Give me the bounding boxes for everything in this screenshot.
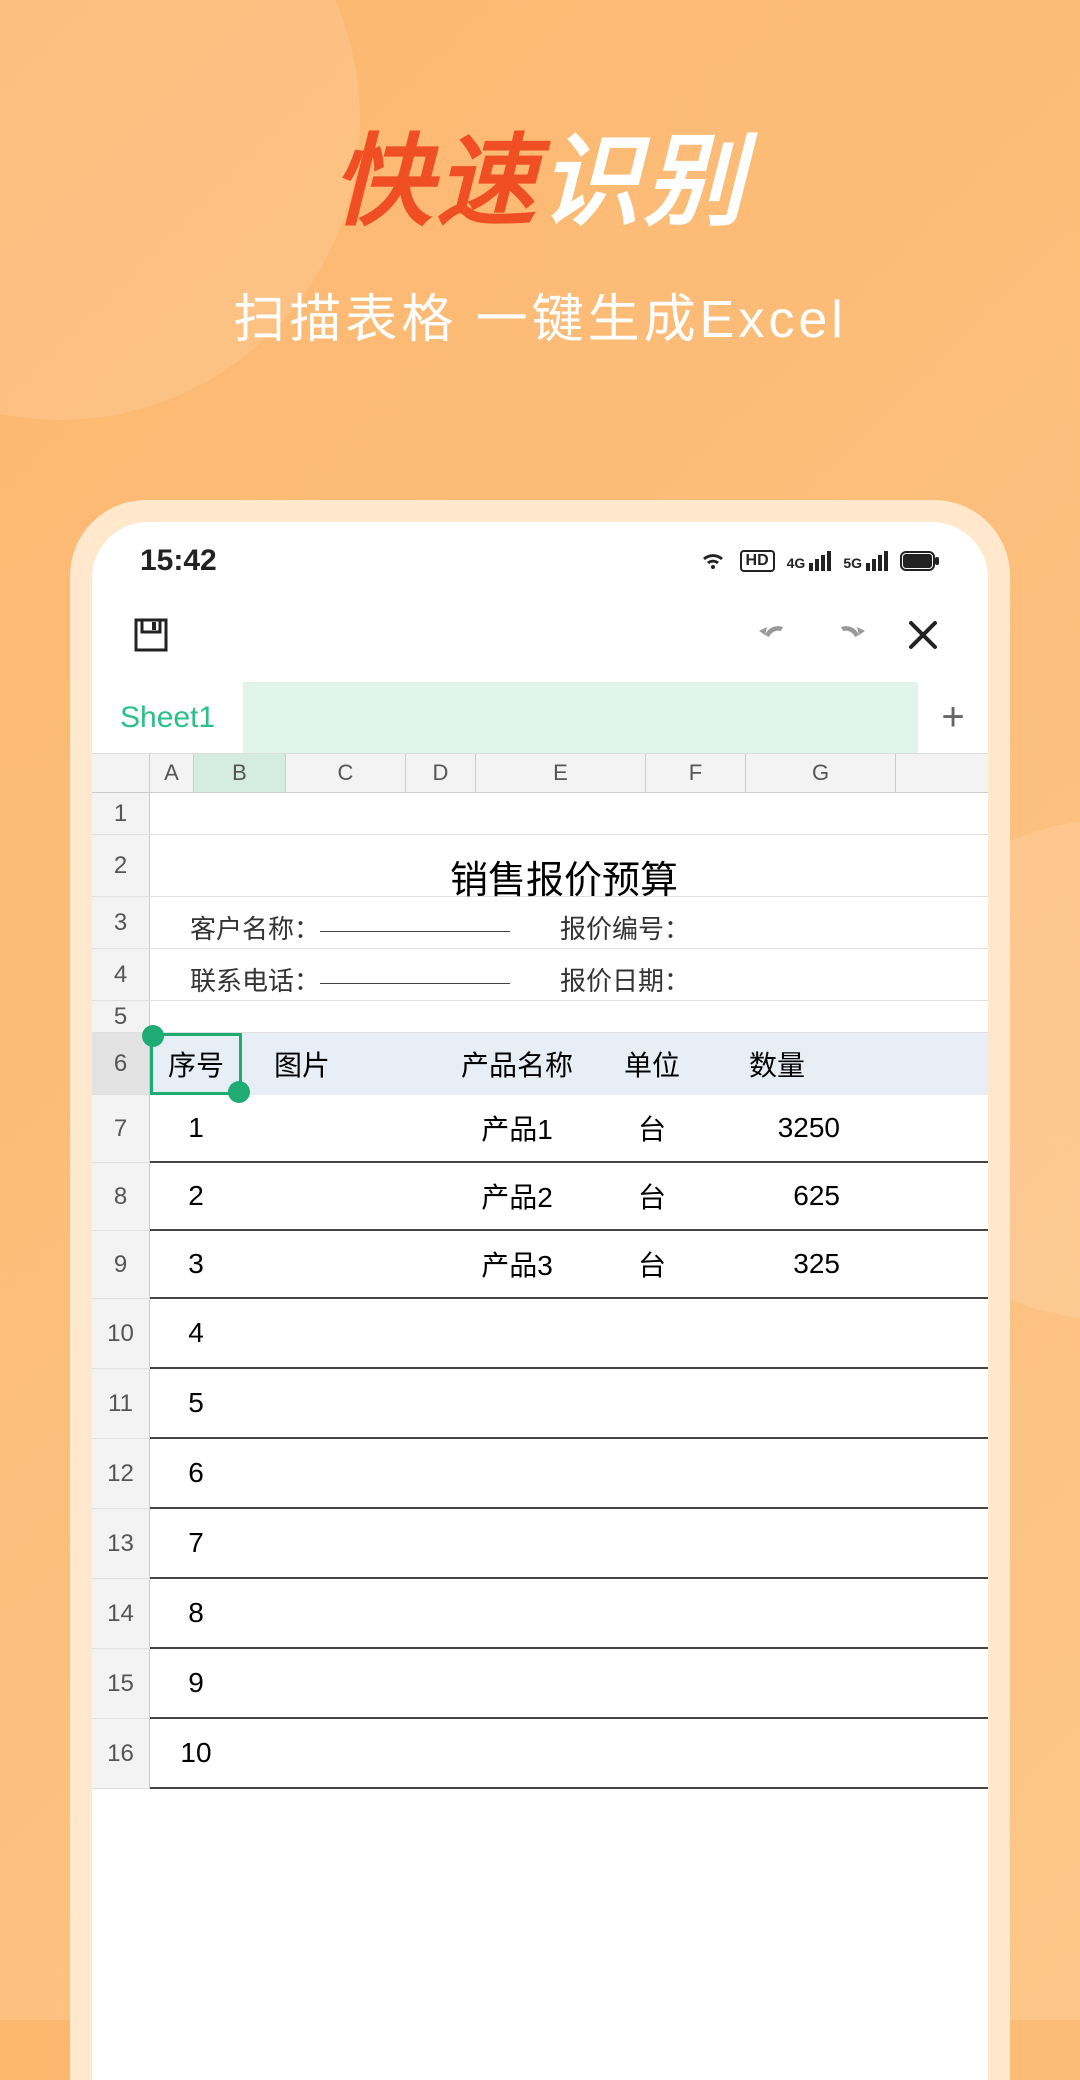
col-header-E[interactable]: E [476, 754, 646, 792]
th-pic: 图片 [242, 1044, 362, 1084]
cell-seq: 6 [150, 1457, 242, 1489]
th-seq: 序号 [150, 1044, 242, 1084]
col-header-C[interactable]: C [286, 754, 406, 792]
select-all-corner[interactable] [92, 754, 150, 792]
signal-4g-icon: 4G [787, 551, 832, 571]
table-row[interactable]: 8 2 产品2 台 625 [92, 1163, 988, 1231]
phone-label: 联系电话： [190, 961, 320, 998]
phone-screen: 15:42 HD 4G 5G [92, 522, 988, 2080]
table-row[interactable]: 12 6 [92, 1439, 988, 1509]
table-row[interactable]: 9 3 产品3 台 325 [92, 1231, 988, 1299]
status-icons: HD 4G 5G [698, 549, 940, 573]
table-row[interactable]: 2 销售报价预算 [92, 835, 988, 897]
table-row[interactable]: 7 1 产品1 台 3250 [92, 1095, 988, 1163]
cell-seq: 10 [150, 1737, 242, 1769]
redo-button[interactable] [820, 606, 878, 664]
row-header-12[interactable]: 12 [92, 1439, 150, 1508]
hero-title: 快速识别 [0, 100, 1080, 245]
th-name: 产品名称 [432, 1044, 602, 1084]
cell-unit: 台 [602, 1108, 702, 1148]
cell-name: 产品3 [432, 1244, 602, 1284]
row-header-15[interactable]: 15 [92, 1649, 150, 1718]
row-header-6[interactable]: 6 [92, 1033, 150, 1094]
row-header-13[interactable]: 13 [92, 1509, 150, 1578]
row-header-7[interactable]: 7 [92, 1095, 150, 1162]
hd-icon: HD [740, 550, 775, 572]
cell-qty: 325 [702, 1248, 852, 1280]
table-row[interactable]: 1 [92, 793, 988, 835]
cell-seq: 5 [150, 1387, 242, 1419]
row-header-3[interactable]: 3 [92, 897, 150, 948]
table-row[interactable]: 14 8 [92, 1579, 988, 1649]
sheet-tab-active[interactable]: Sheet1 [92, 682, 243, 753]
col-header-G[interactable]: G [746, 754, 896, 792]
table-row[interactable]: 4 联系电话： 报价日期： [92, 949, 988, 1001]
row-header-1[interactable]: 1 [92, 793, 150, 834]
hero-fast: 快速 [332, 126, 540, 238]
save-button[interactable] [122, 606, 180, 664]
signal-5g-icon: 5G [843, 551, 888, 571]
table-row[interactable]: 5 [92, 1001, 988, 1033]
doc-title: 销售报价预算 [150, 835, 678, 896]
phone-blank [320, 982, 510, 984]
cell-name: 产品1 [432, 1108, 602, 1148]
th-unit: 单位 [602, 1044, 702, 1084]
table-row[interactable]: 6 序号 图片 产品名称 单位 数量 [92, 1033, 988, 1095]
cell-name: 产品2 [432, 1176, 602, 1216]
row-header-9[interactable]: 9 [92, 1231, 150, 1298]
status-time: 15:42 [140, 544, 217, 578]
col-header-D[interactable]: D [406, 754, 476, 792]
cell-qty: 3250 [702, 1112, 852, 1144]
toolbar [92, 588, 988, 682]
cell-seq: 1 [150, 1112, 242, 1144]
col-header-B[interactable]: B [194, 754, 286, 792]
hero-subtitle: 扫描表格 一键生成Excel [0, 277, 1080, 352]
cell-seq: 9 [150, 1667, 242, 1699]
quote-date-label: 报价日期： [560, 961, 690, 998]
cell-qty: 625 [702, 1180, 852, 1212]
th-qty: 数量 [702, 1044, 852, 1084]
table-row[interactable]: 16 10 [92, 1719, 988, 1789]
col-header-F[interactable]: F [646, 754, 746, 792]
cell-seq: 7 [150, 1527, 242, 1559]
spreadsheet-grid[interactable]: A B C D E F G 1 2 销售报价预算 3 [92, 754, 988, 1789]
row-header-2[interactable]: 2 [92, 835, 150, 896]
row-header-14[interactable]: 14 [92, 1579, 150, 1648]
row-header-8[interactable]: 8 [92, 1163, 150, 1230]
grid-rows: 1 2 销售报价预算 3 客户名称： 报价编号： 4 [92, 793, 988, 1789]
table-row[interactable]: 3 客户名称： 报价编号： [92, 897, 988, 949]
table-row[interactable]: 11 5 [92, 1369, 988, 1439]
statusbar: 15:42 HD 4G 5G [92, 522, 988, 588]
table-row[interactable]: 15 9 [92, 1649, 988, 1719]
col-header-A[interactable]: A [150, 754, 194, 792]
customer-name-blank [320, 930, 510, 932]
cell-unit: 台 [602, 1244, 702, 1284]
row-header-5[interactable]: 5 [92, 1001, 150, 1032]
row-header-16[interactable]: 16 [92, 1719, 150, 1788]
cell-seq: 3 [150, 1248, 242, 1280]
quote-no-label: 报价编号： [560, 909, 690, 946]
sheet-tab-bar: Sheet1 + [92, 682, 988, 754]
customer-name-label: 客户名称： [190, 909, 320, 946]
row-header-11[interactable]: 11 [92, 1369, 150, 1438]
undo-button[interactable] [746, 606, 804, 664]
table-row[interactable]: 13 7 [92, 1509, 988, 1579]
formula-bar[interactable] [243, 682, 918, 753]
column-headers: A B C D E F G [92, 754, 988, 793]
cell-seq: 8 [150, 1597, 242, 1629]
cell-seq: 4 [150, 1317, 242, 1349]
close-button[interactable] [894, 606, 952, 664]
cell-unit: 台 [602, 1176, 702, 1216]
cell-seq: 2 [150, 1180, 242, 1212]
table-row[interactable]: 10 4 [92, 1299, 988, 1369]
battery-icon [900, 551, 940, 571]
phone-frame: 15:42 HD 4G 5G [70, 500, 1010, 2080]
wifi-icon [698, 549, 728, 573]
row-header-4[interactable]: 4 [92, 949, 150, 1000]
add-sheet-button[interactable]: + [918, 682, 988, 753]
row-header-10[interactable]: 10 [92, 1299, 150, 1368]
hero-recog: 识别 [540, 126, 748, 238]
